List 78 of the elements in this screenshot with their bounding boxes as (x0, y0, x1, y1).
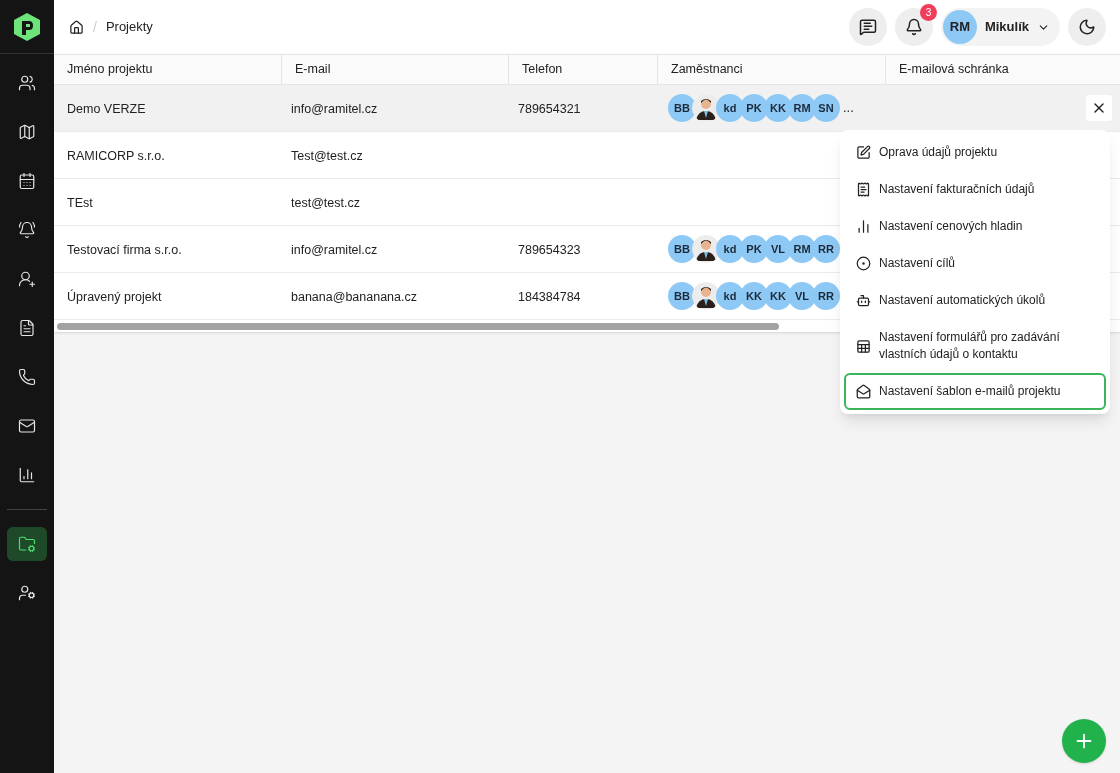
logo-icon (14, 12, 40, 41)
more-employees: ... (843, 99, 854, 118)
menu-item[interactable]: Oprava údajů projektu (844, 134, 1106, 171)
avatar-initials: BB (668, 94, 696, 122)
menu-item[interactable]: Nastavení formulářů pro zadávání vlastních údajů o kontaktu (844, 319, 1106, 373)
column-header[interactable]: Zaměstnanci (671, 60, 743, 79)
avatar-initials: KK (764, 282, 792, 310)
target-icon (856, 256, 871, 271)
menu-item[interactable]: Nastavení šablon e-mailů projektu (844, 373, 1106, 410)
table-cell: 789654323 (518, 243, 581, 257)
menu-item[interactable]: Nastavení automatických úkolů (844, 282, 1106, 319)
table-cell: test@test.cz (291, 196, 360, 210)
folder-icon (18, 535, 36, 553)
chat-icon (858, 18, 877, 36)
calendar-icon (18, 172, 36, 190)
map-icon (18, 123, 36, 141)
avatar-initials: RR (812, 235, 840, 263)
table-row[interactable]: Demo VERZE info@ramitel.cz 789654321 BB kd PK KK RM SN ... (54, 85, 1120, 132)
messages-button[interactable] (848, 8, 887, 46)
avatar-initials: SN (812, 94, 840, 122)
avatar-figure-icon (692, 282, 720, 310)
table-cell: RAMICORP s.r.o. (67, 149, 165, 163)
column-header[interactable]: Jméno projektu (67, 60, 153, 79)
robot-icon (856, 293, 871, 308)
phone-icon (18, 368, 36, 386)
theme-toggle-button[interactable] (1068, 8, 1106, 46)
moon-icon (1078, 18, 1096, 36)
breadcrumb-item[interactable]: Projekty (105, 17, 153, 37)
table-cell: Demo VERZE (67, 102, 146, 116)
table-cell: banana@bananana.cz (291, 290, 417, 304)
notification-badge: 3 (919, 4, 937, 21)
avatar-initials: KK (764, 94, 792, 122)
user-settings-icon (18, 584, 36, 602)
avatar-initials: BB (668, 235, 696, 263)
close-button[interactable] (1086, 95, 1112, 121)
avatar-initials: VL (764, 235, 792, 263)
mail-icon (18, 417, 36, 435)
table-cell: Testovací firma s.r.o. (67, 243, 182, 257)
avatar-initials: KK (740, 282, 768, 310)
bell-icon (18, 221, 36, 239)
table-icon (856, 338, 871, 354)
avatar-initials: VL (788, 282, 816, 310)
user-menu-button[interactable]: RM Mikulík (940, 8, 1060, 46)
receipt-icon (856, 182, 871, 197)
table-cell: 789654321 (518, 102, 581, 116)
table-cell: TEst (67, 196, 93, 210)
column-header[interactable]: E-mailová schránka (899, 60, 1009, 79)
avatar-initials: kd (716, 94, 744, 122)
edit-icon (856, 145, 871, 160)
users-icon (18, 74, 36, 92)
table-cell: info@ramitel.cz (291, 102, 378, 116)
home-icon[interactable] (69, 19, 84, 35)
add-button[interactable] (1062, 719, 1106, 763)
avatar-initials: RR (812, 282, 840, 310)
bar-chart-icon (856, 219, 871, 234)
user-avatar: RM (942, 10, 977, 44)
avatar-initials: BB (668, 282, 696, 310)
bell-icon (904, 18, 923, 36)
column-header[interactable]: Telefon (522, 60, 563, 79)
column-header[interactable]: E-mail (295, 60, 331, 79)
table-cell: 184384784 (518, 290, 581, 304)
table-cell: Úpravený projekt (67, 290, 162, 304)
bar-chart-icon (18, 466, 36, 484)
breadcrumb-separator: / (93, 18, 97, 37)
sidebar-item[interactable] (7, 527, 47, 561)
document-icon (18, 319, 36, 337)
avatar-figure-icon (692, 235, 720, 263)
avatar-initials: RM (788, 94, 816, 122)
scrollbar[interactable] (57, 322, 779, 330)
envelope-icon (856, 384, 871, 399)
avatar-initials: PK (740, 235, 768, 263)
avatar-initials: RM (788, 235, 816, 263)
avatar-initials: PK (740, 94, 768, 122)
avatar-initials: kd (716, 282, 744, 310)
user-name: Mikulík (984, 18, 1029, 37)
table-cell: info@ramitel.cz (291, 243, 378, 257)
table-cell: Test@test.cz (291, 149, 363, 163)
avatar-initials: kd (716, 235, 744, 263)
